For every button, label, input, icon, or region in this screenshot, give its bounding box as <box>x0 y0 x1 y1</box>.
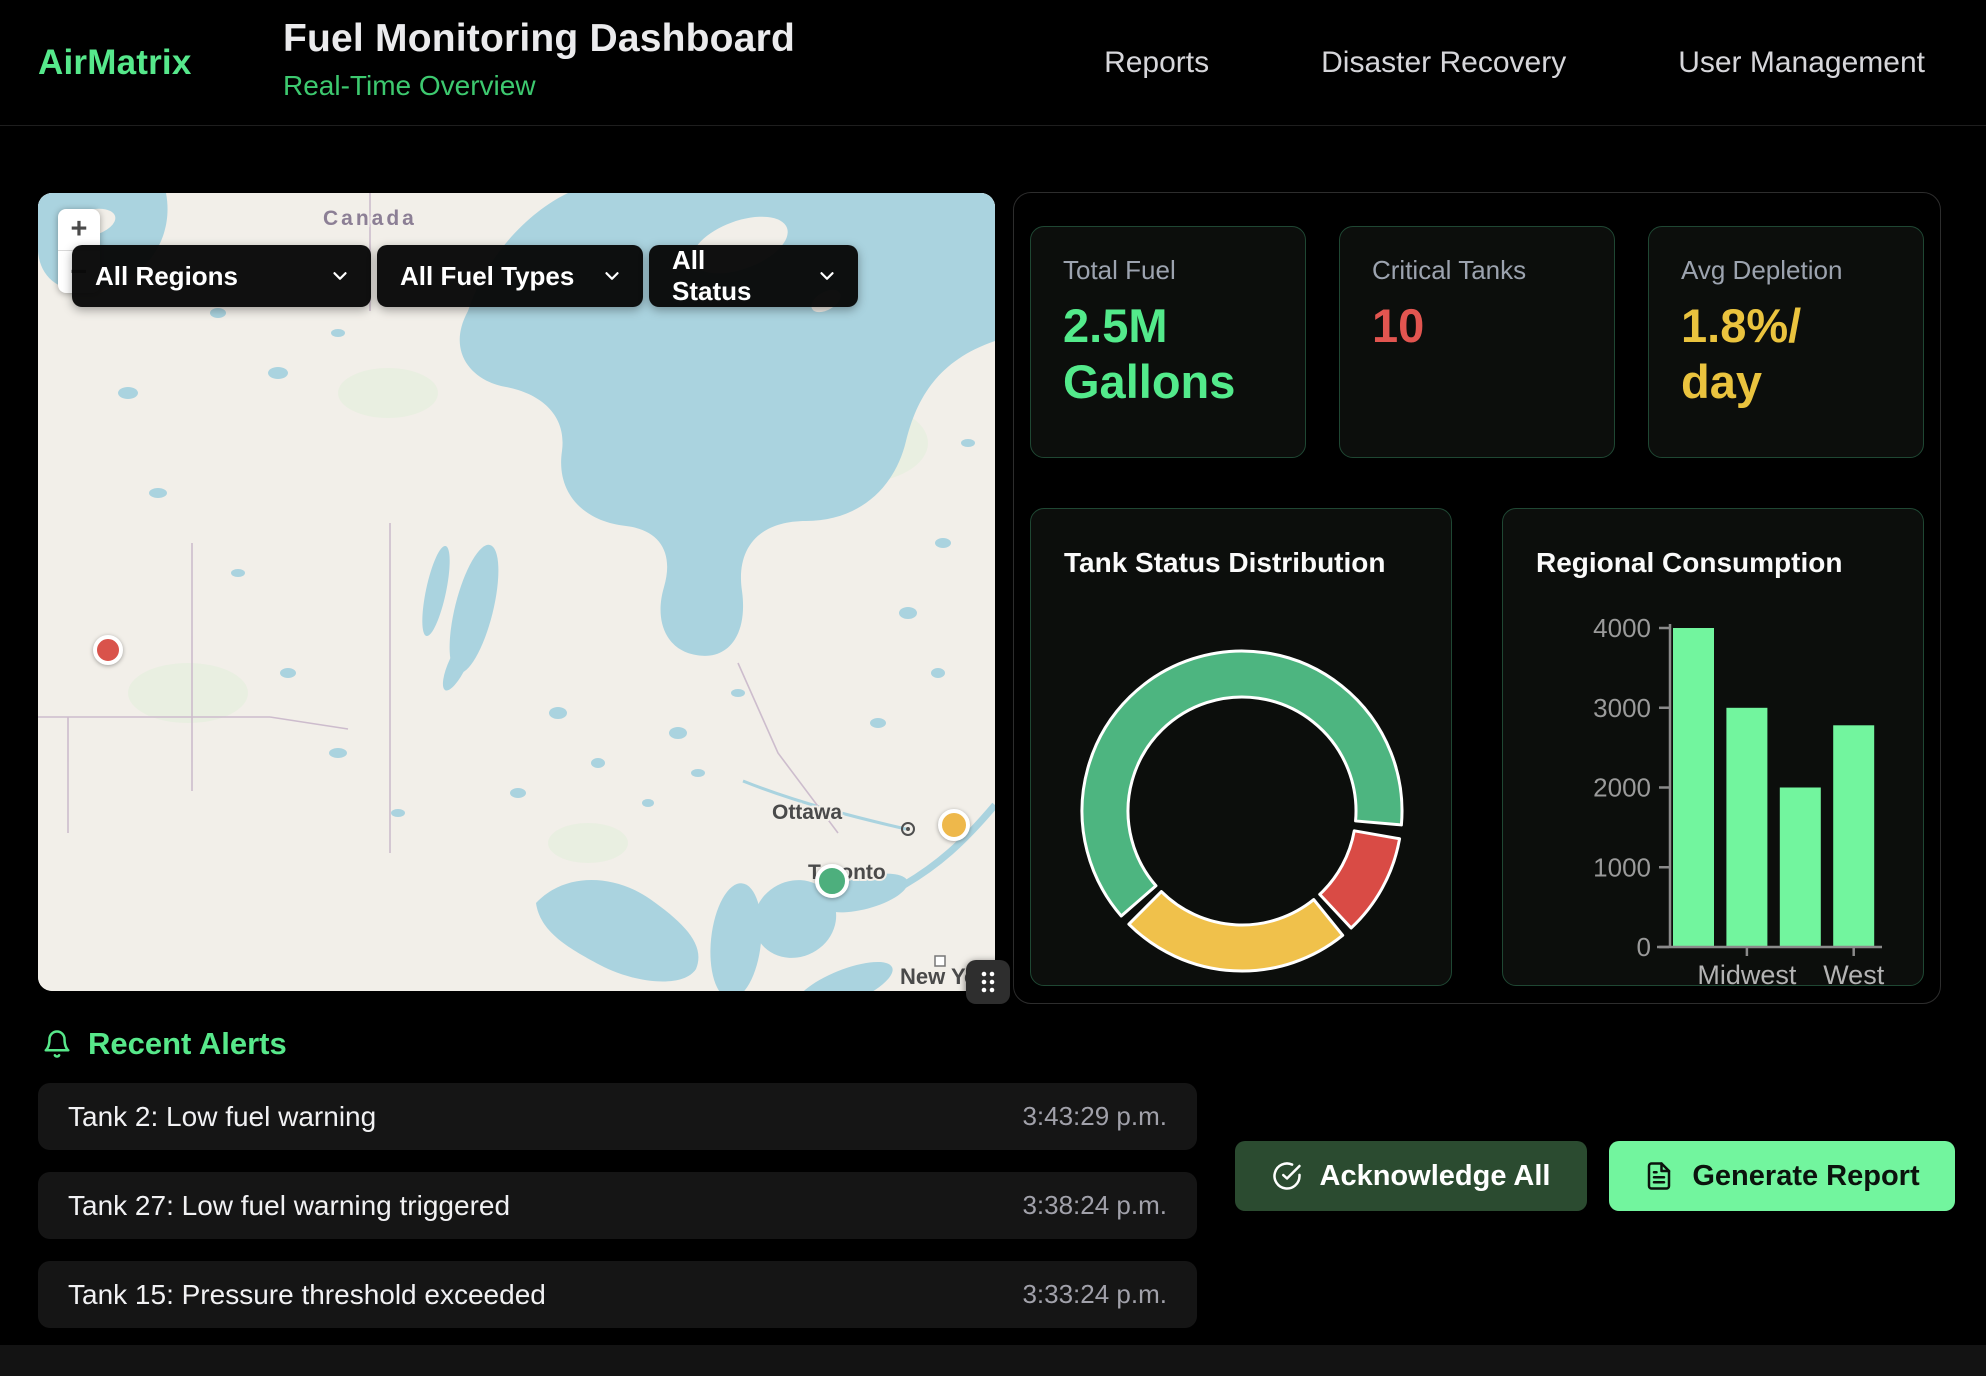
bell-icon <box>42 1029 72 1059</box>
title-block: Fuel Monitoring Dashboard Real-Time Over… <box>283 17 795 102</box>
nav-user-management[interactable]: User Management <box>1678 46 1925 80</box>
tank-marker-warning[interactable] <box>938 809 970 841</box>
alert-message: Tank 2: Low fuel warning <box>68 1101 376 1133</box>
alert-row: Tank 2: Low fuel warning 3:43:29 p.m. <box>38 1083 1197 1150</box>
svg-text:4000: 4000 <box>1593 613 1651 643</box>
regional-consumption-bar-chart: 0 1000 2000 3000 4000 Midwest West <box>1503 509 1924 986</box>
svg-text:3000: 3000 <box>1593 693 1651 723</box>
alert-message: Tank 27: Low fuel warning triggered <box>68 1190 510 1222</box>
page-title: Fuel Monitoring Dashboard <box>283 17 795 61</box>
stat-value: 10 <box>1372 298 1582 354</box>
status-filter-value: All Status <box>672 245 790 307</box>
recent-alerts-heading: Recent Alerts <box>42 1026 287 1062</box>
svg-text:Midwest: Midwest <box>1697 960 1797 986</box>
stat-label: Total Fuel <box>1063 255 1273 286</box>
charts-row: Tank Status Distribution 0 1000 2000 3000 40… <box>1030 508 1924 986</box>
tank-marker-normal[interactable] <box>815 864 849 898</box>
map-basemap: Canada Ottawa Toronto New York <box>38 193 995 991</box>
generate-report-label: Generate Report <box>1692 1160 1919 1193</box>
app-logo: AirMatrix <box>38 0 192 126</box>
alert-row: Tank 15: Pressure threshold exceeded 3:3… <box>38 1261 1197 1328</box>
alert-message: Tank 15: Pressure threshold exceeded <box>68 1279 546 1311</box>
alert-row: Tank 27: Low fuel warning triggered 3:38… <box>38 1172 1197 1239</box>
overview-panel: Total Fuel 2.5M Gallons Critical Tanks 1… <box>1013 192 1941 1004</box>
status-filter-dropdown[interactable]: All Status <box>649 245 858 307</box>
svg-text:1000: 1000 <box>1593 852 1651 882</box>
drag-handle[interactable] <box>966 960 1010 1004</box>
map-panel[interactable]: Canada Ottawa Toronto New York + − All R… <box>38 193 995 991</box>
region-filter-dropdown[interactable]: All Regions <box>72 245 371 307</box>
page-subtitle: Real-Time Overview <box>283 70 795 102</box>
tank-marker-critical[interactable] <box>93 635 123 665</box>
file-text-icon <box>1644 1161 1674 1191</box>
generate-report-button[interactable]: Generate Report <box>1609 1141 1955 1211</box>
stat-card-total-fuel: Total Fuel 2.5M Gallons <box>1030 226 1306 458</box>
alert-timestamp: 3:33:24 p.m. <box>1022 1279 1167 1310</box>
grip-dots-icon <box>975 969 1001 995</box>
chart-title: Regional Consumption <box>1536 547 1842 579</box>
acknowledge-all-button[interactable]: Acknowledge All <box>1235 1141 1587 1211</box>
stat-value: 2.5M Gallons <box>1063 298 1273 411</box>
fuel-monitoring-dashboard: { "header": { "logo": "AirMatrix", "titl… <box>0 0 1986 1376</box>
svg-text:0: 0 <box>1637 932 1651 962</box>
alert-timestamp: 3:43:29 p.m. <box>1022 1101 1167 1132</box>
stat-card-critical-tanks: Critical Tanks 10 <box>1339 226 1615 458</box>
map-label-canada: Canada <box>323 207 417 230</box>
stats-row: Total Fuel 2.5M Gallons Critical Tanks 1… <box>1030 226 1924 458</box>
tank-status-chart-card: Tank Status Distribution <box>1030 508 1452 986</box>
nav-reports[interactable]: Reports <box>1104 46 1209 80</box>
fuel-type-filter-value: All Fuel Types <box>400 261 574 292</box>
map-label-ottawa: Ottawa <box>772 801 842 824</box>
svg-text:West: West <box>1823 960 1885 986</box>
stat-label: Critical Tanks <box>1372 255 1582 286</box>
stat-value: 1.8%/ day <box>1681 298 1891 411</box>
stat-label: Avg Depletion <box>1681 255 1891 286</box>
region-filter-value: All Regions <box>95 261 238 292</box>
tank-status-donut-chart <box>1031 509 1452 986</box>
map-filters: All Regions All Fuel Types All Status <box>72 245 858 307</box>
check-circle-icon <box>1272 1161 1302 1191</box>
chart-title: Tank Status Distribution <box>1064 547 1386 579</box>
chevron-down-icon <box>601 265 623 287</box>
alert-timestamp: 3:38:24 p.m. <box>1022 1190 1167 1221</box>
recent-alerts-title: Recent Alerts <box>88 1026 287 1062</box>
header: AirMatrix Fuel Monitoring Dashboard Real… <box>0 0 1986 126</box>
footer-strip <box>0 1345 1986 1376</box>
svg-text:2000: 2000 <box>1593 773 1651 803</box>
chevron-down-icon <box>329 265 351 287</box>
nav-disaster-recovery[interactable]: Disaster Recovery <box>1321 46 1566 80</box>
alerts-list: Tank 2: Low fuel warning 3:43:29 p.m. Ta… <box>38 1083 1197 1350</box>
acknowledge-all-label: Acknowledge All <box>1320 1160 1551 1193</box>
stat-card-avg-depletion: Avg Depletion 1.8%/ day <box>1648 226 1924 458</box>
chevron-down-icon <box>816 265 838 287</box>
regional-consumption-chart-card: 0 1000 2000 3000 4000 Midwest West Regional Co… <box>1502 508 1924 986</box>
main-nav: Reports Disaster Recovery User Managemen… <box>1104 0 1925 126</box>
fuel-type-filter-dropdown[interactable]: All Fuel Types <box>377 245 643 307</box>
